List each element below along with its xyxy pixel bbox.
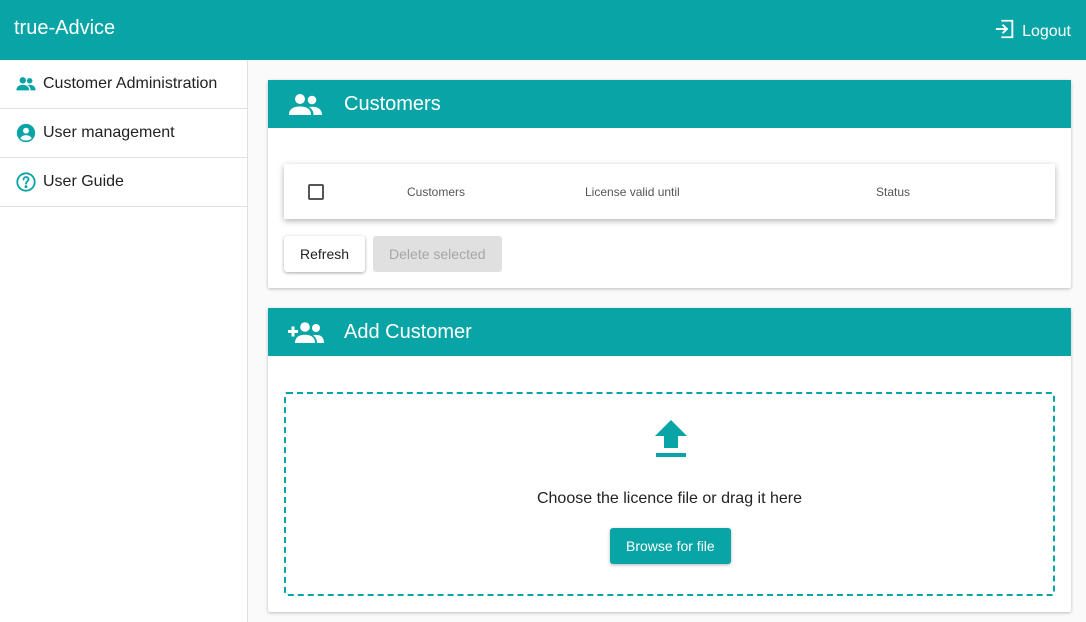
- add-people-icon: [288, 318, 324, 346]
- upload-icon: [655, 420, 687, 457]
- refresh-button[interactable]: Refresh: [284, 236, 366, 272]
- logout-button[interactable]: Logout: [994, 18, 1071, 45]
- file-dropzone[interactable]: Choose the licence file or drag it here …: [284, 392, 1055, 596]
- people-icon: [288, 90, 324, 118]
- column-header-customers[interactable]: Customers: [407, 185, 465, 199]
- people-icon: [15, 73, 37, 95]
- sidebar-item-label: Customer Administration: [43, 75, 218, 92]
- browse-for-file-button[interactable]: Browse for file: [610, 528, 731, 564]
- sidebar-item-user-guide[interactable]: User Guide: [0, 158, 247, 207]
- customers-card: Customers Customers License valid until …: [268, 80, 1071, 288]
- sidebar-item-user-management[interactable]: User management: [0, 109, 247, 158]
- app-title: true-Advice: [14, 17, 116, 39]
- customers-actions: Refresh Delete selected: [284, 236, 502, 272]
- customers-table-header: Customers License valid until Status: [284, 164, 1055, 219]
- customers-card-title: Customers: [344, 92, 441, 115]
- sidebar-item-label: User Guide: [43, 173, 124, 190]
- top-app-bar: true-Advice Logout: [0, 0, 1086, 60]
- select-all-checkbox[interactable]: [308, 184, 324, 200]
- logout-label: Logout: [1022, 22, 1071, 40]
- column-header-license-valid-until[interactable]: License valid until: [585, 185, 680, 199]
- customers-card-header: Customers: [268, 80, 1071, 128]
- sidebar-item-label: User management: [43, 124, 175, 141]
- sidebar: Customer Administration User management …: [0, 60, 248, 622]
- dropzone-instructions: Choose the licence file or drag it here: [536, 490, 803, 507]
- delete-selected-button: Delete selected: [373, 236, 502, 272]
- column-header-status[interactable]: Status: [876, 185, 910, 199]
- add-customer-card-header: Add Customer: [268, 308, 1071, 356]
- account-circle-icon: [15, 122, 37, 144]
- help-circle-icon: [15, 171, 37, 193]
- logout-icon: [994, 18, 1016, 45]
- add-customer-card-title: Add Customer: [344, 320, 472, 343]
- sidebar-item-customer-administration[interactable]: Customer Administration: [0, 60, 247, 109]
- add-customer-card: Add Customer Choose the licence file or …: [268, 308, 1071, 612]
